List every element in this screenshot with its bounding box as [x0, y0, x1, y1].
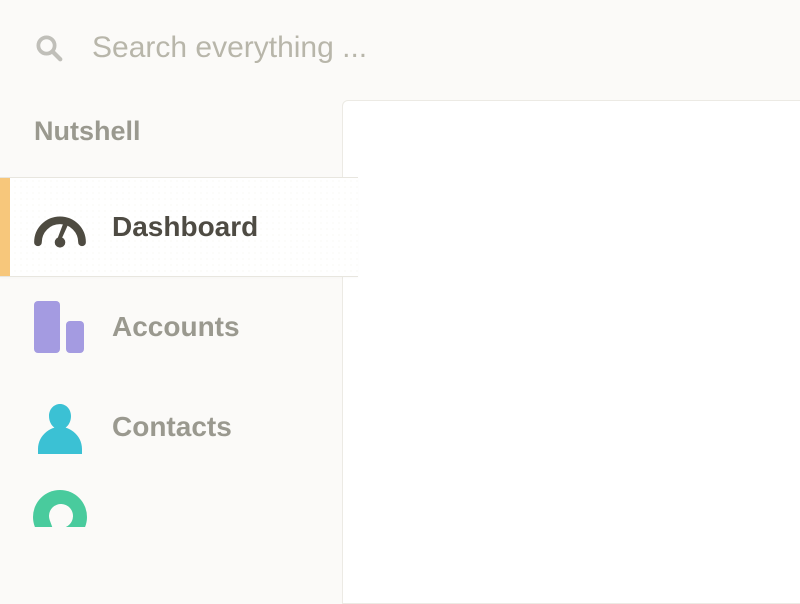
- sidebar-item-label: Accounts: [112, 311, 240, 343]
- bars-icon: [24, 297, 96, 357]
- person-icon: [24, 397, 96, 457]
- sidebar: Nutshell Dashboard Accounts Contact: [0, 104, 342, 527]
- search-input[interactable]: [92, 31, 800, 65]
- search-bar: [0, 0, 800, 96]
- search-icon: [34, 33, 64, 63]
- sidebar-item-accounts[interactable]: Accounts: [0, 277, 342, 377]
- leads-icon: [24, 487, 96, 527]
- sidebar-item-label: Dashboard: [112, 211, 258, 243]
- sidebar-item-label: Contacts: [112, 411, 232, 443]
- sidebar-item-contacts[interactable]: Contacts: [0, 377, 342, 477]
- main-content-panel: [342, 100, 800, 604]
- gauge-icon: [24, 197, 96, 257]
- sidebar-item-leads[interactable]: [0, 477, 342, 527]
- sidebar-item-dashboard[interactable]: Dashboard: [0, 177, 358, 277]
- sidebar-title: Nutshell: [0, 104, 342, 177]
